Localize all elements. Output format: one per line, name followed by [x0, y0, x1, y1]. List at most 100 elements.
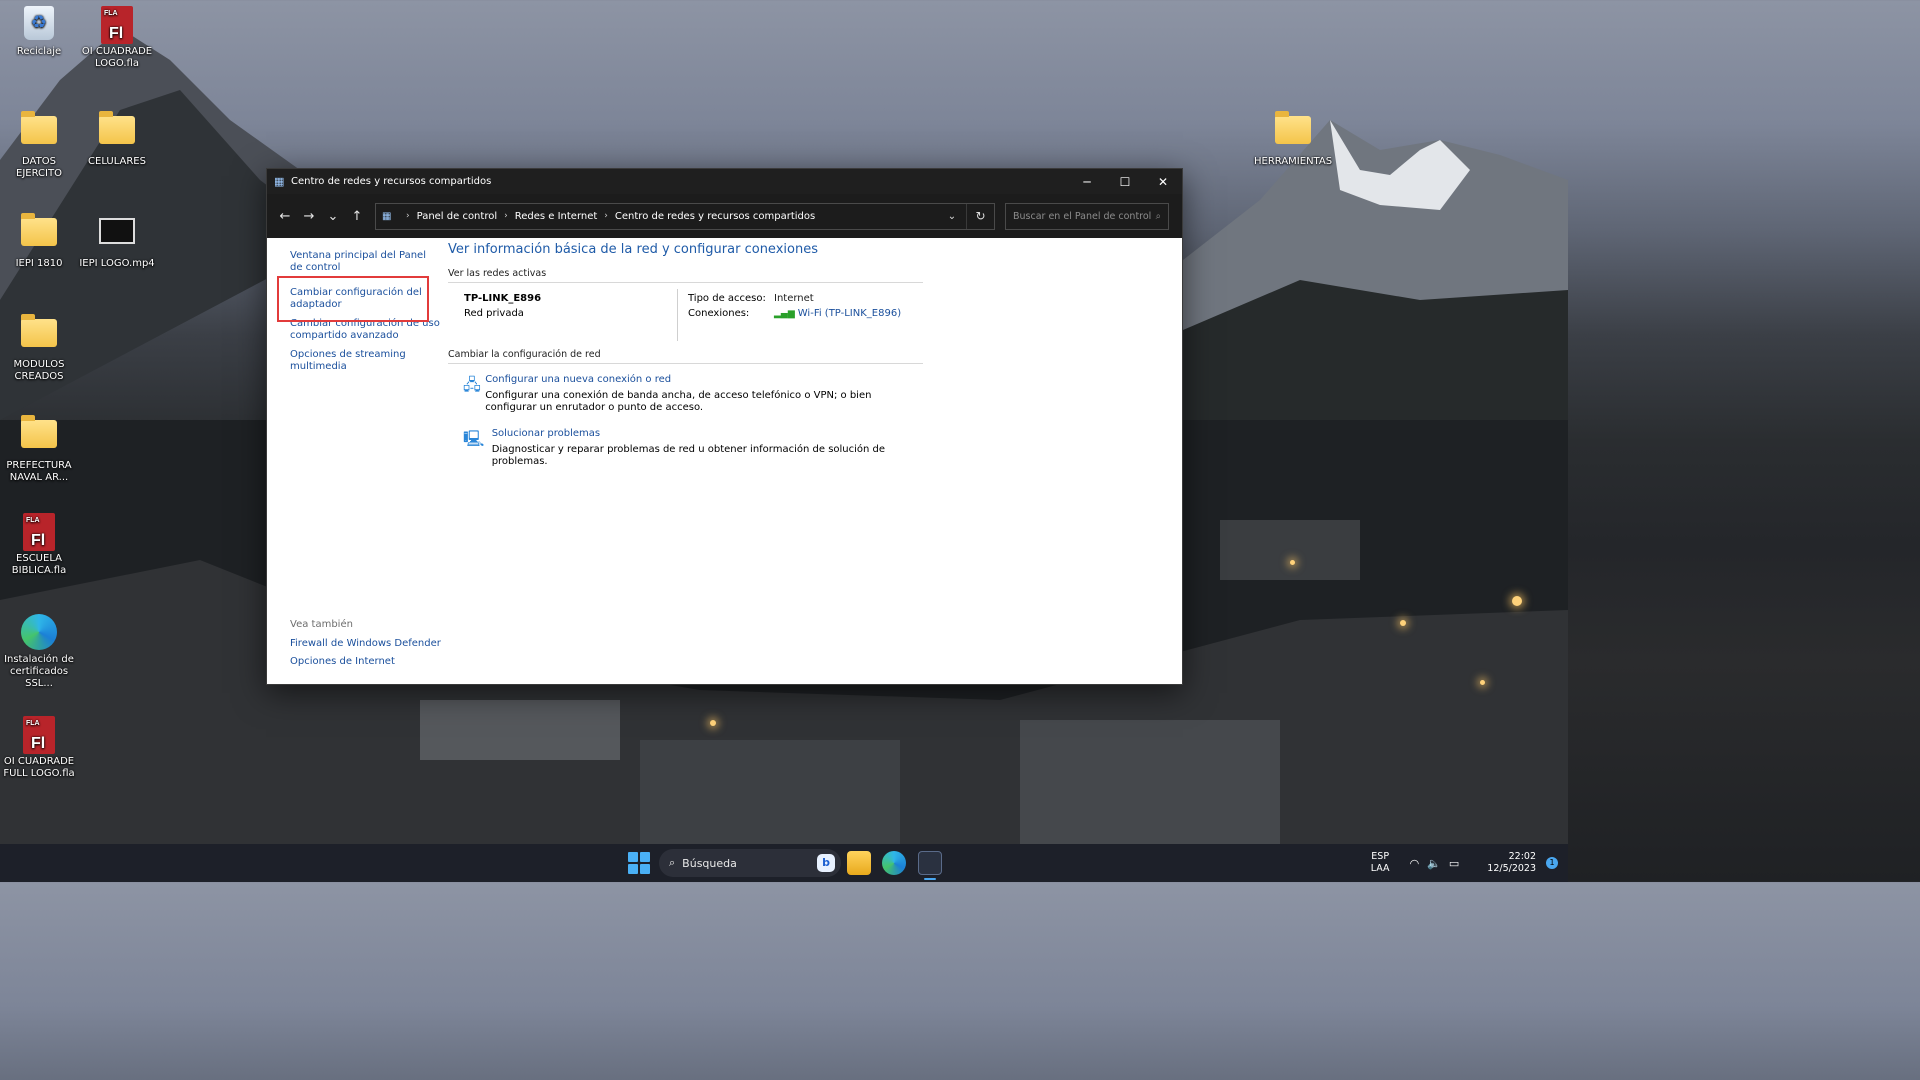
roof — [1020, 720, 1280, 844]
active-network-row: TP-LINK_E896 Red privada Tipo de acceso:… — [448, 283, 923, 341]
street-light — [710, 720, 716, 726]
link-setup-new-connection[interactable]: Configurar una nueva conexión o red — [485, 374, 923, 386]
active-networks-header: Ver las redes activas — [448, 268, 923, 283]
wifi-icon[interactable]: ◠ — [1410, 857, 1420, 870]
network-name: TP-LINK_E896 — [464, 293, 542, 304]
input-language[interactable]: ESP LAA — [1371, 851, 1390, 875]
forward-button[interactable]: → — [297, 204, 321, 228]
flash-file-icon: FLA Fl — [23, 513, 55, 551]
start-button[interactable] — [628, 852, 650, 874]
link-control-panel-home[interactable]: Ventana principal del Panel de control — [290, 250, 440, 274]
control-panel-icon: ▦ — [382, 210, 392, 222]
wifi-signal-icon: ▂▄▆ — [774, 309, 795, 319]
title-bar[interactable]: ▦ Centro de redes y recursos compartidos… — [267, 169, 1182, 194]
address-history-chevron-icon[interactable]: ⌄ — [938, 211, 966, 222]
bing-icon[interactable]: b — [817, 854, 835, 872]
chevron-right-icon[interactable]: › — [604, 211, 608, 221]
battery-icon[interactable]: ▭ — [1449, 857, 1459, 870]
minimize-button[interactable]: ─ — [1068, 169, 1106, 194]
chevron-right-icon[interactable]: › — [504, 211, 508, 221]
see-also-header: Vea también — [290, 619, 353, 630]
taskbar: ⌕ Búsqueda b ESP LAA ◠ 🔈 ▭ 22:02 12/5/20… — [0, 844, 1568, 882]
folder-icon — [99, 111, 135, 144]
close-button[interactable]: ✕ — [1144, 169, 1182, 194]
breadcrumb-panel-de-control[interactable]: Panel de control — [417, 211, 498, 222]
window-title: Centro de redes y recursos compartidos — [291, 176, 492, 187]
search-input[interactable]: Buscar en el Panel de control ⌕ — [1005, 202, 1169, 230]
task-troubleshoot: 🖳 Solucionar problemas Diagnosticar y re… — [448, 428, 923, 468]
breadcrumb-redes-e-internet[interactable]: Redes e Internet — [515, 211, 598, 222]
windows-logo-icon — [628, 852, 638, 862]
desktop-icon-prefectura-naval[interactable]: PREFECTURA NAVAL AR... — [0, 414, 78, 484]
desktop-icon-escuela-biblica[interactable]: FLA Fl ESCUELA BIBLICA.fla — [0, 513, 78, 577]
desktop-icon-datos-ejercito[interactable]: DATOS EJERCITO — [0, 110, 78, 180]
file-explorer-icon[interactable] — [847, 851, 871, 875]
edge-browser-icon[interactable] — [882, 851, 906, 875]
roof — [640, 740, 900, 844]
roof — [1220, 520, 1360, 580]
video-file-icon — [99, 218, 135, 244]
address-bar[interactable]: ▦ › Panel de control › Redes e Internet … — [375, 202, 995, 230]
street-light — [1512, 596, 1522, 606]
link-windows-defender-firewall[interactable]: Firewall de Windows Defender — [290, 638, 441, 649]
control-panel-icon: ▦ — [274, 174, 285, 188]
tray-icons[interactable]: ◠ 🔈 ▭ — [1410, 857, 1460, 870]
network-type[interactable]: Red privada — [464, 308, 677, 319]
link-media-streaming-options[interactable]: Opciones de streaming multimedia — [290, 349, 440, 373]
time: 22:02 — [1508, 851, 1536, 862]
access-type-label: Tipo de acceso: — [688, 293, 766, 304]
desktop-icon-modulos-creados[interactable]: MODULOS CREADOS — [0, 313, 78, 383]
task-description: Configurar una conexión de banda ancha, … — [485, 390, 872, 413]
task-new-connection: 🖧 Configurar una nueva conexión o red Co… — [448, 374, 923, 414]
connections-label: Conexiones: — [688, 308, 750, 319]
street-light — [1290, 560, 1295, 565]
breadcrumb-centro-de-redes[interactable]: Centro de redes y recursos compartidos — [615, 211, 815, 222]
desktop-icon-iepi-logo-video[interactable]: IEPI LOGO.mp4 — [78, 212, 156, 270]
edge-icon — [21, 614, 57, 650]
change-network-settings-header: Cambiar la configuración de red — [448, 349, 923, 364]
desktop-icon-recycle-bin[interactable]: ♻ Reciclaje — [0, 6, 78, 58]
back-button[interactable]: ← — [273, 204, 297, 228]
desktop-icon-oi-cuadrade-logo[interactable]: FLA Fl OI CUADRADE LOGO.fla — [78, 6, 156, 70]
search-icon: ⌕ — [669, 856, 676, 869]
folder-icon — [21, 111, 57, 144]
system-tray: ESP LAA ◠ 🔈 ▭ 22:02 12/5/2023 1 — [1371, 844, 1568, 882]
chevron-right-icon: › — [406, 211, 410, 221]
network-setup-icon: 🖧 — [463, 375, 481, 394]
recent-locations-button[interactable]: ⌄ — [321, 204, 345, 228]
link-internet-options[interactable]: Opciones de Internet — [290, 656, 441, 667]
folder-icon — [21, 213, 57, 246]
folder-icon — [1275, 111, 1311, 144]
date: 12/5/2023 — [1487, 863, 1536, 874]
see-also-section: Vea también Firewall de Windows Defender… — [290, 619, 441, 674]
clock[interactable]: 22:02 12/5/2023 — [1487, 851, 1536, 875]
highlight-annotation-box — [277, 276, 429, 322]
main-pane: Ver información básica de la red y confi… — [448, 242, 923, 468]
taskbar-search[interactable]: ⌕ Búsqueda b — [659, 849, 841, 877]
page-title: Ver información básica de la red y confi… — [448, 242, 818, 257]
active-app-indicator — [924, 878, 936, 880]
link-troubleshoot-problems[interactable]: Solucionar problemas — [492, 428, 923, 440]
search-icon: ⌕ — [1155, 210, 1161, 222]
control-panel-taskbar-icon[interactable] — [918, 851, 942, 875]
maximize-button[interactable]: ☐ — [1106, 169, 1144, 194]
volume-icon[interactable]: 🔈 — [1427, 857, 1441, 870]
desktop-icon-iepi-1810[interactable]: IEPI 1810 — [0, 212, 78, 270]
folder-icon — [21, 314, 57, 347]
up-button[interactable]: ↑ — [345, 204, 369, 228]
roof — [420, 700, 620, 760]
desktop-icon-oi-cuadrade-full-logo[interactable]: FLA Fl OI CUADRADE FULL LOGO.fla — [0, 716, 78, 780]
recycle-bin-icon: ♻ — [24, 6, 54, 40]
flash-file-icon: FLA Fl — [23, 716, 55, 754]
access-type-value: Internet — [774, 293, 814, 304]
refresh-icon[interactable]: ↻ — [966, 203, 994, 229]
notification-badge[interactable]: 1 — [1546, 857, 1558, 869]
search-placeholder: Búsqueda — [682, 856, 737, 870]
desktop-icon-celulares[interactable]: CELULARES — [78, 110, 156, 168]
network-sharing-center-window: ▦ Centro de redes y recursos compartidos… — [266, 168, 1183, 685]
wifi-connection-link[interactable]: Wi-Fi (TP-LINK_E896) — [798, 308, 901, 319]
desktop-icon-herramientas[interactable]: HERRAMIENTAS — [1254, 110, 1332, 168]
street-light — [1400, 620, 1406, 626]
task-description: Diagnosticar y reparar problemas de red … — [491, 444, 886, 467]
desktop-icon-certificados-ssl[interactable]: Instalación de certificados SSL... — [0, 614, 78, 690]
